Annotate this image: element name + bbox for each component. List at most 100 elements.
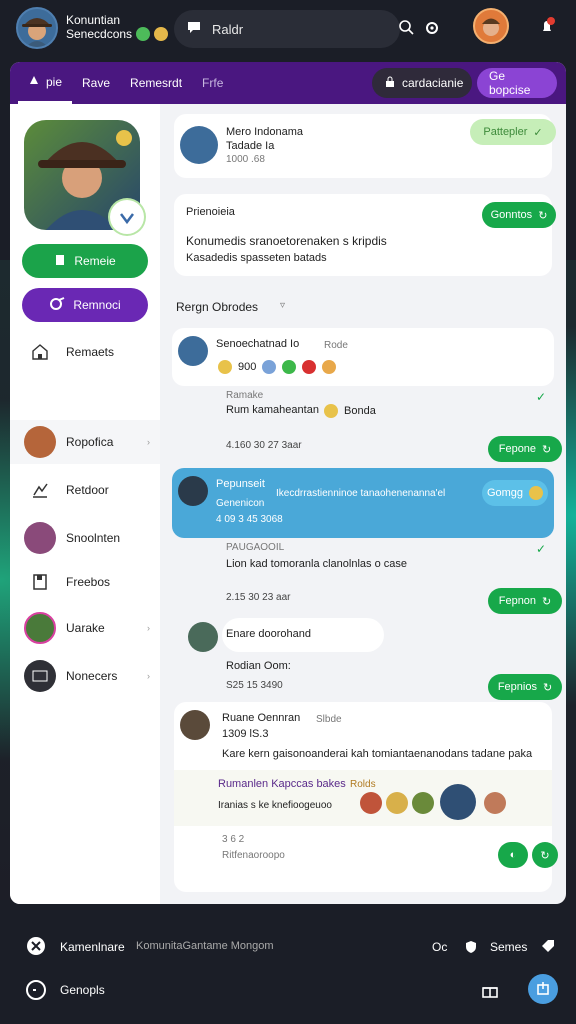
emoji-icon <box>282 360 297 374</box>
sidebar-item-snoolnten[interactable]: Snoolnten <box>10 516 160 560</box>
summary-button[interactable]: Gonntos ↻ <box>482 202 556 228</box>
reply-tag: Bonda <box>324 404 376 418</box>
summary-line: Kasadedis spasseten batads <box>186 252 327 264</box>
check-icon: ✓ <box>536 542 547 556</box>
chip[interactable]: Enare doorohand <box>222 618 384 652</box>
summary-title: Prienoieia <box>186 206 235 218</box>
search-icon[interactable] <box>398 19 414 40</box>
post-footer-label: Ritfenaoroopo <box>222 850 285 861</box>
chat-icon <box>186 19 202 40</box>
circle-icon[interactable] <box>24 978 48 1002</box>
secondary-action-button[interactable]: cardacianie <box>372 68 472 98</box>
sub-card-title: Rumanlen Kapccas bakes <box>218 778 346 790</box>
sidebar-item-freebos[interactable]: Freebos <box>10 560 160 604</box>
document-icon <box>24 573 56 591</box>
summary-line: Konumedis sranoetorenaken s kripdis <box>186 234 387 248</box>
reply-button[interactable]: Fepone ↻ <box>488 436 562 462</box>
primary-action-button[interactable]: Ge bopcise <box>477 68 557 98</box>
user-avatar[interactable] <box>16 7 58 49</box>
reply-author: Rodian Oom: <box>226 660 291 672</box>
sidebar-item-label: Uarake <box>66 621 105 635</box>
highlight-message: Ikecdrrastienninoe tanaohenenanna'el <box>276 488 446 499</box>
post-badge-label: Pattepler <box>483 126 528 138</box>
search-input[interactable] <box>212 21 388 37</box>
post-meta-count: 1309 lS.3 <box>222 728 269 740</box>
chevron-right-icon: › <box>147 623 150 633</box>
avatar <box>188 622 218 652</box>
sidebar-item-nonecers[interactable]: Nonecers › <box>10 654 160 698</box>
avatar <box>24 612 56 644</box>
sidebar-item-uarake[interactable]: Uarake › <box>10 606 160 650</box>
sidebar-item-ropofica[interactable]: Ropofica › <box>10 420 160 464</box>
toggle-button[interactable]: ◐ <box>498 842 528 868</box>
avatar <box>180 710 210 740</box>
sidebar-secondary-button[interactable]: Remnoci <box>22 288 148 322</box>
app-subtitle-text: Senecdcons <box>66 27 133 41</box>
arrow-icon: ↻ <box>542 443 552 456</box>
tab-bar: pie Rave Remesrdt Frfe cardacianie Ge bo… <box>10 62 566 104</box>
gift-icon[interactable] <box>478 978 502 1002</box>
check-icon: ✓ <box>536 390 547 404</box>
reply-button-label: Fepnios <box>497 681 537 693</box>
close-icon[interactable] <box>24 934 48 958</box>
post-author: Mero Indonama <box>226 126 304 138</box>
tab-label: pie <box>46 74 63 89</box>
bottom-title: Kamenlnare <box>60 940 125 954</box>
share-icon[interactable] <box>528 974 558 1004</box>
bottom-settings-label[interactable]: Semes <box>490 940 527 954</box>
check-icon: ✓ <box>533 126 543 139</box>
reply-text: Lion kad tomoranla clanolnlas o case <box>226 558 408 570</box>
post-badge[interactable]: Pattepler ✓ <box>470 119 556 145</box>
avatar <box>178 476 208 506</box>
search-bar[interactable] <box>174 10 414 48</box>
chevron-right-icon: › <box>147 671 150 681</box>
emoji-icon <box>302 360 317 374</box>
tab-rave[interactable]: Rave <box>72 62 120 104</box>
tab-frfe[interactable]: Frfe <box>192 62 233 104</box>
avatar <box>412 792 434 814</box>
post-author: Ruane Oennran <box>222 712 301 724</box>
tab-pie[interactable]: pie <box>18 62 73 104</box>
notification-icon[interactable] <box>535 14 559 38</box>
reply-button-label: Fepnon <box>498 595 537 607</box>
emoji-icon <box>322 360 337 374</box>
highlight-button[interactable]: Gomgg <box>482 480 548 506</box>
sub-card[interactable]: Rumanlen Kapccas bakes Rolds Iranias s k… <box>174 770 552 826</box>
tag-icon[interactable] <box>538 938 556 956</box>
settings-icon[interactable] <box>420 16 444 40</box>
reply-button[interactable]: Fepnon ↻ <box>488 588 562 614</box>
app-subtitle: Senecdcons <box>66 27 169 41</box>
highlighted-comment[interactable]: Pepunseit Genenicon 4 09 3 45 3068 Ikecd… <box>172 468 554 538</box>
sidebar-item-remaets[interactable]: Remaets <box>10 330 160 374</box>
reply-button-label: Fepone <box>498 443 537 455</box>
chevron-down-icon[interactable]: ▿ <box>280 300 285 311</box>
sidebar-item-label: Remaets <box>66 345 115 359</box>
avatar <box>180 126 218 164</box>
secondary-action-label: cardacianie <box>402 76 464 90</box>
tab-remesrdt[interactable]: Remesrdt <box>120 62 192 104</box>
arrow-icon: ↻ <box>542 595 552 608</box>
reply-button[interactable]: Fepnios ↻ <box>488 674 562 700</box>
home-icon <box>24 343 56 361</box>
highlight-stats: 4 09 3 45 3068 <box>216 514 283 525</box>
post-card: Ruane Oennran Slbde 1309 lS.3 Kare kern … <box>174 702 558 892</box>
reply-meta: Ramake <box>226 390 264 401</box>
sidebar-secondary-label: Remnoci <box>73 298 121 312</box>
sidebar-primary-button[interactable]: Remeie <box>22 244 148 278</box>
refresh-button[interactable]: ↻ <box>532 842 558 868</box>
post-card: Mero Indonama Tadade Ia 1000 .68 Pattepl… <box>174 114 556 178</box>
tab-label: Remesrdt <box>130 76 183 90</box>
reply-meta: PAUGAOOIL <box>226 542 285 553</box>
sidebar-item-label: Snoolnten <box>66 531 121 545</box>
profile-avatar[interactable] <box>473 8 509 44</box>
post-meta: Slbde <box>316 714 342 725</box>
bottom-bar: Kamenlnare KomunitaGantame Mongom Oc Sem… <box>0 910 576 1024</box>
bottom-subtitle: KomunitaGantame Mongom <box>136 940 274 952</box>
primary-action-label: Ge bopcise <box>489 69 531 97</box>
grid-icon <box>28 74 40 89</box>
reply-stats: S25 15 3490 <box>226 680 283 691</box>
post-meta-count: 1000 .68 <box>226 154 265 165</box>
sidebar-item-retdoor[interactable]: Retdoor <box>10 468 160 512</box>
shield-icon[interactable] <box>462 938 480 956</box>
lock-icon <box>384 76 396 91</box>
